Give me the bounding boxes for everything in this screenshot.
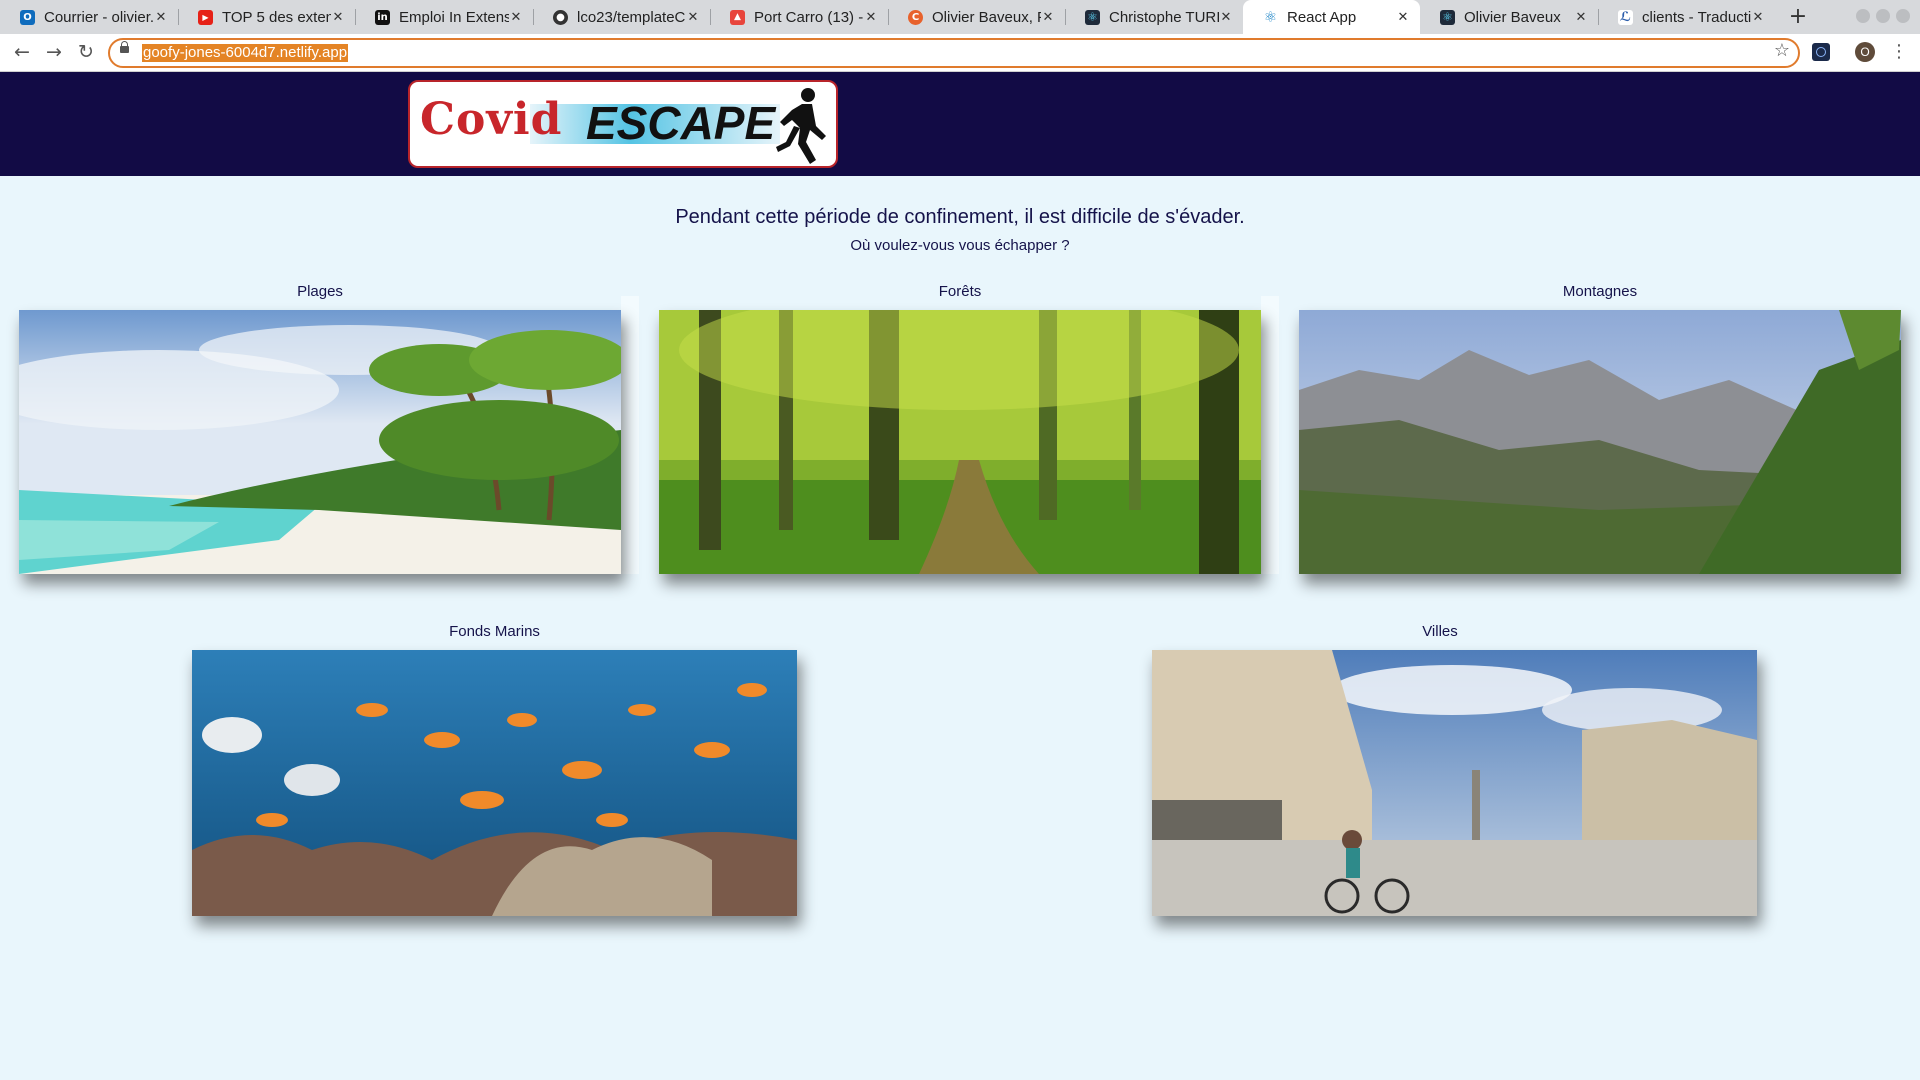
destination-label-forets: Forêts bbox=[938, 283, 982, 300]
logo-word-escape: ESCAPE bbox=[586, 97, 776, 149]
bookmark-star-icon[interactable]: ☆ bbox=[1774, 40, 1790, 61]
close-tab-icon[interactable]: ✕ bbox=[1751, 10, 1765, 25]
address-bar[interactable]: goofy-jones-6004d7.netlify.app ☆ bbox=[108, 38, 1800, 68]
tab-christophe[interactable]: ⚛ Christophe TURI ✕ bbox=[1065, 0, 1243, 34]
destination-card-villes[interactable] bbox=[1152, 650, 1757, 916]
tab-linkedin[interactable]: in Emploi In Extenso ✕ bbox=[355, 0, 533, 34]
tab-clients[interactable]: ℒ clients - Traducti ✕ bbox=[1598, 0, 1775, 34]
maximize-window-icon[interactable] bbox=[1876, 9, 1890, 23]
tab-title: clients - Traducti bbox=[1642, 8, 1751, 26]
tab-port-carro[interactable]: ▲ Port Carro (13) - ✕ bbox=[710, 0, 888, 34]
lock-icon[interactable] bbox=[120, 41, 129, 53]
mountains-image bbox=[1299, 310, 1901, 574]
tab-title: Port Carro (13) - bbox=[754, 8, 864, 26]
underwater-image bbox=[192, 650, 797, 916]
new-tab-button[interactable]: + bbox=[1784, 3, 1812, 31]
close-window-icon[interactable] bbox=[1896, 9, 1910, 23]
tab-youtube[interactable]: ▶ TOP 5 des extensi ✕ bbox=[178, 0, 355, 34]
page-question: Où voulez-vous vous échapper ? bbox=[850, 237, 1070, 254]
minimize-window-icon[interactable] bbox=[1856, 9, 1870, 23]
tab-title: Christophe TURI bbox=[1109, 8, 1219, 26]
covid-escape-logo[interactable]: Covid ESCAPE bbox=[408, 80, 838, 168]
close-tab-icon[interactable]: ✕ bbox=[509, 10, 523, 25]
close-tab-icon[interactable]: ✕ bbox=[1219, 10, 1233, 25]
close-tab-icon[interactable]: ✕ bbox=[864, 10, 878, 25]
logo-word-covid: Covid bbox=[420, 94, 563, 145]
reload-button[interactable]: ↻ bbox=[72, 38, 100, 66]
close-tab-icon[interactable]: ✕ bbox=[154, 10, 168, 25]
browser-toolbar: ← → ↻ goofy-jones-6004d7.netlify.app ☆ O… bbox=[0, 34, 1920, 72]
city-image bbox=[1152, 650, 1757, 916]
destination-label-villes: Villes bbox=[1422, 623, 1458, 640]
react-icon: ⚛ bbox=[1263, 8, 1278, 26]
browser-menu-icon[interactable]: ⋮ bbox=[1890, 38, 1908, 66]
tab-outlook[interactable]: O Courrier - olivier. ✕ bbox=[0, 0, 178, 34]
destination-label-fonds-marins: Fonds Marins bbox=[449, 623, 540, 640]
react-icon: ⚛ bbox=[1440, 9, 1455, 25]
tab-strip: O Courrier - olivier. ✕ ▶ TOP 5 des exte… bbox=[0, 0, 1920, 34]
beach-image bbox=[19, 310, 621, 574]
tab-title: React App bbox=[1287, 8, 1357, 26]
site-header: Covid ESCAPE bbox=[0, 72, 1920, 176]
destination-card-montagnes[interactable] bbox=[1299, 310, 1901, 574]
forest-image bbox=[659, 310, 1261, 574]
tab-title: Emploi In Extenso bbox=[399, 8, 509, 26]
tab-olivier-baveux-1[interactable]: C Olivier Baveux, F ✕ bbox=[888, 0, 1065, 34]
warning-icon: ▲ bbox=[730, 9, 745, 25]
tab-title: Courrier - olivier. bbox=[44, 8, 154, 26]
destination-card-plages[interactable] bbox=[19, 310, 621, 574]
back-button[interactable]: ← bbox=[8, 38, 36, 66]
outlook-icon: O bbox=[20, 9, 35, 25]
close-tab-icon[interactable]: ✕ bbox=[1041, 10, 1055, 25]
extension-icon[interactable] bbox=[1812, 43, 1830, 61]
youtube-icon: ▶ bbox=[198, 9, 213, 25]
card-divider bbox=[1261, 296, 1279, 574]
close-tab-icon[interactable]: ✕ bbox=[1574, 10, 1588, 25]
destination-label-plages: Plages bbox=[297, 283, 343, 300]
close-tab-icon[interactable]: ✕ bbox=[686, 10, 700, 25]
destination-card-fonds-marins[interactable] bbox=[192, 650, 797, 916]
close-tab-icon[interactable]: ✕ bbox=[1396, 10, 1410, 25]
tab-title: lco23/templateC bbox=[577, 8, 686, 26]
close-tab-icon[interactable]: ✕ bbox=[331, 10, 345, 25]
tab-github[interactable]: ● lco23/templateC ✕ bbox=[533, 0, 710, 34]
profile-avatar[interactable]: O bbox=[1855, 42, 1875, 62]
tab-title: Olivier Baveux bbox=[1464, 8, 1561, 26]
c-icon: C bbox=[908, 9, 923, 25]
tab-title: Olivier Baveux, F bbox=[932, 8, 1041, 26]
runner-icon bbox=[776, 88, 826, 164]
tab-title: TOP 5 des extensi bbox=[222, 8, 331, 26]
tab-react-app[interactable]: ⚛ React App ✕ bbox=[1243, 0, 1420, 34]
card-divider bbox=[621, 296, 639, 574]
linkedin-icon: in bbox=[375, 9, 390, 25]
tab-olivier-baveux-2[interactable]: ⚛ Olivier Baveux ✕ bbox=[1420, 0, 1598, 34]
forward-button[interactable]: → bbox=[40, 38, 68, 66]
react-icon: ⚛ bbox=[1085, 9, 1100, 25]
page-headline: Pendant cette période de confinement, il… bbox=[675, 206, 1245, 228]
destination-label-montagnes: Montagnes bbox=[1562, 283, 1638, 300]
destination-card-forets[interactable] bbox=[659, 310, 1261, 574]
url-text[interactable]: goofy-jones-6004d7.netlify.app bbox=[142, 44, 349, 62]
translate-icon: ℒ bbox=[1618, 9, 1633, 25]
github-icon: ● bbox=[553, 9, 568, 25]
